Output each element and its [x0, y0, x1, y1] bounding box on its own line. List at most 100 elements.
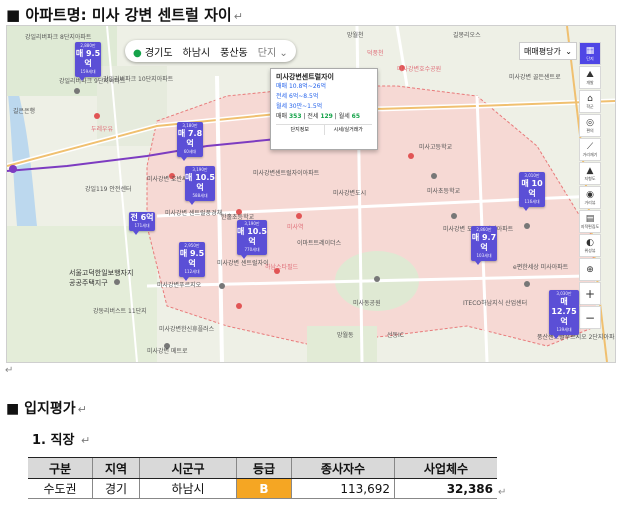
marker-households: 103세대: [476, 253, 492, 258]
toolbar-cadastral-button[interactable]: ▤ 지적편집도: [579, 210, 601, 233]
place-label: 길몽리오스: [453, 32, 481, 39]
marker-price: 매 12.75억: [551, 297, 577, 326]
price-marker[interactable]: 전 6억 171세대: [129, 212, 155, 235]
marker-households: 588세대: [192, 193, 208, 198]
popup-sale-range: 매매 10.8억~26억: [276, 83, 327, 90]
price-marker[interactable]: 3,190만 매 10.5억 770세대: [237, 220, 267, 259]
region-tab-province[interactable]: ● 경기도: [133, 44, 173, 59]
complex-dropdown-label: 단지: [257, 47, 277, 59]
popup-links: 단지정보 시세/실거래가: [276, 124, 372, 135]
monthly-count: 65: [351, 113, 361, 120]
complex-dropdown[interactable]: 단지 ⌄: [258, 44, 288, 59]
toolbar-label: 단지: [586, 56, 594, 61]
toolbar-ruler-button[interactable]: ⟋ 거리재기: [579, 138, 601, 161]
complex-info-link[interactable]: 단지정보: [276, 125, 325, 135]
price-marker[interactable]: 3,190만 매 10.5억 588세대: [185, 166, 215, 205]
marker-price-per-area: 2,880만: [80, 43, 96, 48]
region-tab-dong[interactable]: 풍산동: [220, 44, 248, 59]
column-header: 지역: [92, 457, 140, 479]
place-label: 망월천: [347, 32, 364, 39]
toolbar-label: 지형도: [584, 176, 596, 181]
column-header: 종사자수: [291, 457, 395, 479]
place-label: 이마트트레이더스: [297, 240, 342, 247]
toolbar-streetview-button[interactable]: ◉ 거리뷰: [579, 186, 601, 209]
place-label: 미사강변 센트럴풍경채: [165, 210, 223, 217]
return-mark: ↵: [5, 365, 14, 376]
marker-price: 전 6억: [130, 213, 154, 222]
marker-price: 매 10억: [521, 179, 543, 198]
marker-households: 159세대: [80, 69, 96, 74]
toolbar-locate-button[interactable]: ⊕: [579, 258, 601, 281]
place-label: 미사역: [287, 224, 304, 231]
place-label: 강일리버파크 8단지아파트: [25, 34, 92, 41]
table-cell: 32,386: [394, 478, 497, 499]
zoom-in-button[interactable]: +: [579, 282, 601, 305]
place-label: 미사강변호수공원: [397, 66, 442, 73]
region-selector[interactable]: ● 경기도 하남시 풍산동 단지 ⌄: [125, 40, 296, 62]
map-toolbar: ▦ 단지 ⛰ 개발 ⌂ 학군 ◎ 편의 ⟋ 거리재기 ▲ 지형도 ◉ 거리뷰 ▤ 지적편집도 ◐…: [579, 42, 601, 358]
price-history-link[interactable]: 시세/실거래가: [325, 125, 373, 135]
region-tab-province-label: 경기도: [144, 47, 173, 59]
popup-monthly-range: 월세 30만~1.5억: [276, 103, 323, 110]
price-marker[interactable]: 3,180만 매 7.8억 60세대: [177, 122, 203, 161]
place-label: 미사고등학교: [419, 144, 453, 151]
toolbar-label: 위성뷰: [584, 248, 596, 253]
place-label: 길은은행: [13, 108, 36, 115]
price-marker[interactable]: 3,010만 매 10억 116세대: [519, 172, 545, 211]
road-icon: ⛰: [586, 70, 594, 80]
price-type-label: 매매평당가: [524, 46, 561, 56]
place-label: 강일리버파크 10단지아파트: [103, 76, 174, 83]
price-type-dropdown[interactable]: 매매평당가 ⌄: [519, 42, 577, 60]
place-label: 망월동: [337, 332, 354, 339]
map-view[interactable]: 강일리버파크 8단지아파트 강일리버파크 9단지아파트 강일리버파크 10단지아…: [6, 25, 616, 363]
workplace-heading-text: 1. 직장: [32, 433, 75, 448]
marker-price-per-area: 3,190만: [244, 221, 260, 226]
toolbar-label: 학군: [586, 104, 594, 109]
toolbar-school-button[interactable]: ⌂ 학군: [579, 90, 601, 113]
place-label: 미사강변푸르지오: [157, 282, 202, 289]
price-marker[interactable]: 3,030만 매 12.75억 139세대: [549, 290, 579, 339]
marker-price-per-area: 2,950만: [184, 243, 200, 248]
chevron-down-icon: ⌄: [565, 46, 572, 56]
marker-households: 60세대: [183, 149, 197, 154]
complex-info-popup: 미사강변센트럴자이 매매 10.8억~26억 전세 6억~8.5억 월세 30만…: [270, 68, 378, 150]
marker-households: 770세대: [244, 247, 260, 252]
terrain-icon: ▲: [586, 166, 594, 176]
toolbar-terrain-button[interactable]: ▲ 지형도: [579, 162, 601, 185]
jeonse-count-label: 전세: [307, 113, 319, 120]
toolbar-satellite-button[interactable]: ◐ 위성뷰: [579, 234, 601, 257]
column-header: 시군구: [139, 457, 237, 479]
return-mark: ↵: [233, 10, 243, 23]
price-marker[interactable]: 2,860만 매 9.7억 103세대: [471, 226, 497, 265]
toolbar-complex-button[interactable]: ▦ 단지: [579, 42, 601, 65]
marker-price: 매 10.5억: [185, 173, 215, 192]
toolbar-convenience-button[interactable]: ◎ 편의: [579, 114, 601, 137]
location-icon: ◉: [586, 190, 594, 200]
zoom-out-button[interactable]: −: [579, 306, 601, 329]
place-label: 미사강변 골든센트로: [509, 74, 561, 81]
return-mark: ↵: [77, 403, 87, 416]
region-tab-city[interactable]: 하남시: [183, 44, 211, 59]
toolbar-label: 거리재기: [582, 152, 598, 157]
table-row: 수도권 경기 하남시 B 113,692 32,386: [28, 478, 497, 499]
place-label: 미사강변도시: [333, 190, 367, 197]
place-label: 미사동공원: [353, 300, 381, 307]
place-label: 강동리버스트 11단지: [93, 308, 147, 315]
price-marker[interactable]: 2,950만 매 9.5억 112세대: [179, 242, 205, 281]
price-marker[interactable]: 2,880만 매 9.5억 159세대: [75, 42, 101, 81]
return-mark: ↵: [80, 434, 91, 447]
layers-icon: ▤: [585, 214, 595, 224]
monthly-count-label: 월세: [338, 113, 350, 120]
toolbar-development-button[interactable]: ⛰ 개발: [579, 66, 601, 89]
satellite-icon: ◐: [586, 238, 594, 248]
table-cell: 수도권: [28, 478, 93, 499]
marker-households: 139세대: [556, 327, 572, 332]
marker-price: 매 9.5억: [179, 249, 205, 268]
grade-badge: B: [236, 478, 292, 499]
place-label: 하남스타필드: [265, 264, 299, 271]
location-pin-icon: ●: [133, 47, 142, 59]
map-icon: ▦: [585, 46, 595, 56]
column-header: 사업체수: [394, 457, 497, 479]
marker-price: 매 10.5억: [237, 227, 267, 246]
column-header: 등급: [236, 457, 292, 479]
